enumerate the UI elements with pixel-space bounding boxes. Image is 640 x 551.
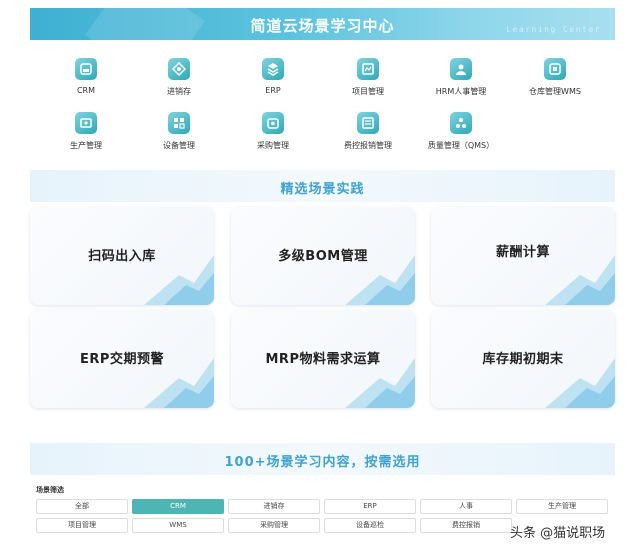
module-label: 仓库管理WMS [529,87,581,96]
practice-card[interactable]: MRP物料需求运算 [231,310,415,408]
hrm-icon [450,58,472,80]
filter-chip-hr[interactable]: 人事 [420,499,512,514]
card-title: 扫码出入库 [88,249,156,264]
module-purchase[interactable]: 采购管理 [225,112,321,151]
module-production[interactable]: 生产管理 [38,112,134,151]
filter-chip-purchase[interactable]: 采购管理 [228,518,320,533]
filter-chip-project[interactable]: 项目管理 [36,518,128,533]
filter-chip-crm[interactable]: CRM [132,499,224,514]
filter-chip-wms[interactable]: WMS [132,518,224,533]
module-equipment[interactable]: 设备管理 [131,112,227,151]
section-title: 100+场景学习内容，按需选用 [224,455,421,470]
practice-card[interactable]: 库存期初期末 [431,310,615,408]
module-label: CRM [76,86,96,95]
module-quality[interactable]: 质量管理（QMS） [413,112,509,151]
expense-icon [357,112,379,134]
filter-chip-all[interactable]: 全部 [36,499,128,514]
filter-label: 场景筛选 [36,486,64,494]
module-label: 设备管理 [163,141,195,150]
module-crm[interactable]: CRM [38,58,134,95]
watermark: 头条 @猫说职场 [510,526,606,541]
filter-chip-inspection[interactable]: 设备巡检 [324,518,416,533]
header-banner: 简道云场景学习中心 Learning Center [30,8,615,40]
project-icon [357,58,379,80]
quality-icon [450,112,472,134]
section-title: 精选场景实践 [280,182,365,197]
module-label: ERP [265,86,281,95]
crm-icon [75,58,97,80]
module-label: HRM人事管理 [435,87,487,96]
library-section-header: 100+场景学习内容，按需选用 [30,443,615,475]
filter-chip-production[interactable]: 生产管理 [516,499,608,514]
module-warehouse[interactable]: 仓库管理WMS [507,58,603,97]
practice-card[interactable]: 多级BOM管理 [231,207,415,305]
module-expense[interactable]: 费控报销管理 [320,112,416,151]
module-label: 质量管理（QMS） [427,141,495,150]
module-label: 项目管理 [352,87,384,96]
module-label: 费控报销管理 [344,141,392,150]
banner-subtitle: Learning Center [506,25,601,34]
production-icon [75,112,97,134]
card-title: 库存期初期末 [482,352,564,367]
practice-section-header: 精选场景实践 [30,170,615,202]
module-hrm[interactable]: HRM人事管理 [413,58,509,97]
card-title: 薪酬计算 [495,245,550,260]
card-title: MRP物料需求运算 [265,352,381,367]
module-inventory[interactable]: 进销存 [131,58,227,97]
module-erp[interactable]: ERP [225,58,321,95]
module-label: 进销存 [167,87,191,96]
module-label: 采购管理 [257,141,289,150]
module-project[interactable]: 项目管理 [320,58,416,97]
card-title: 多级BOM管理 [278,249,368,264]
card-title: ERP交期预警 [80,352,164,367]
inventory-icon [168,58,190,80]
module-label: 生产管理 [70,141,102,150]
warehouse-icon [544,58,566,80]
practice-card[interactable]: 薪酬计算 [431,207,615,305]
purchase-icon [262,112,284,134]
filter-chip-erp[interactable]: ERP [324,499,416,514]
filter-chip-inventory[interactable]: 进销存 [228,499,320,514]
practice-card[interactable]: ERP交期预警 [30,310,214,408]
filter-chip-expense[interactable]: 费控报销 [420,518,512,533]
erp-icon [262,58,284,80]
practice-card[interactable]: 扫码出入库 [30,207,214,305]
equipment-icon [168,112,190,134]
